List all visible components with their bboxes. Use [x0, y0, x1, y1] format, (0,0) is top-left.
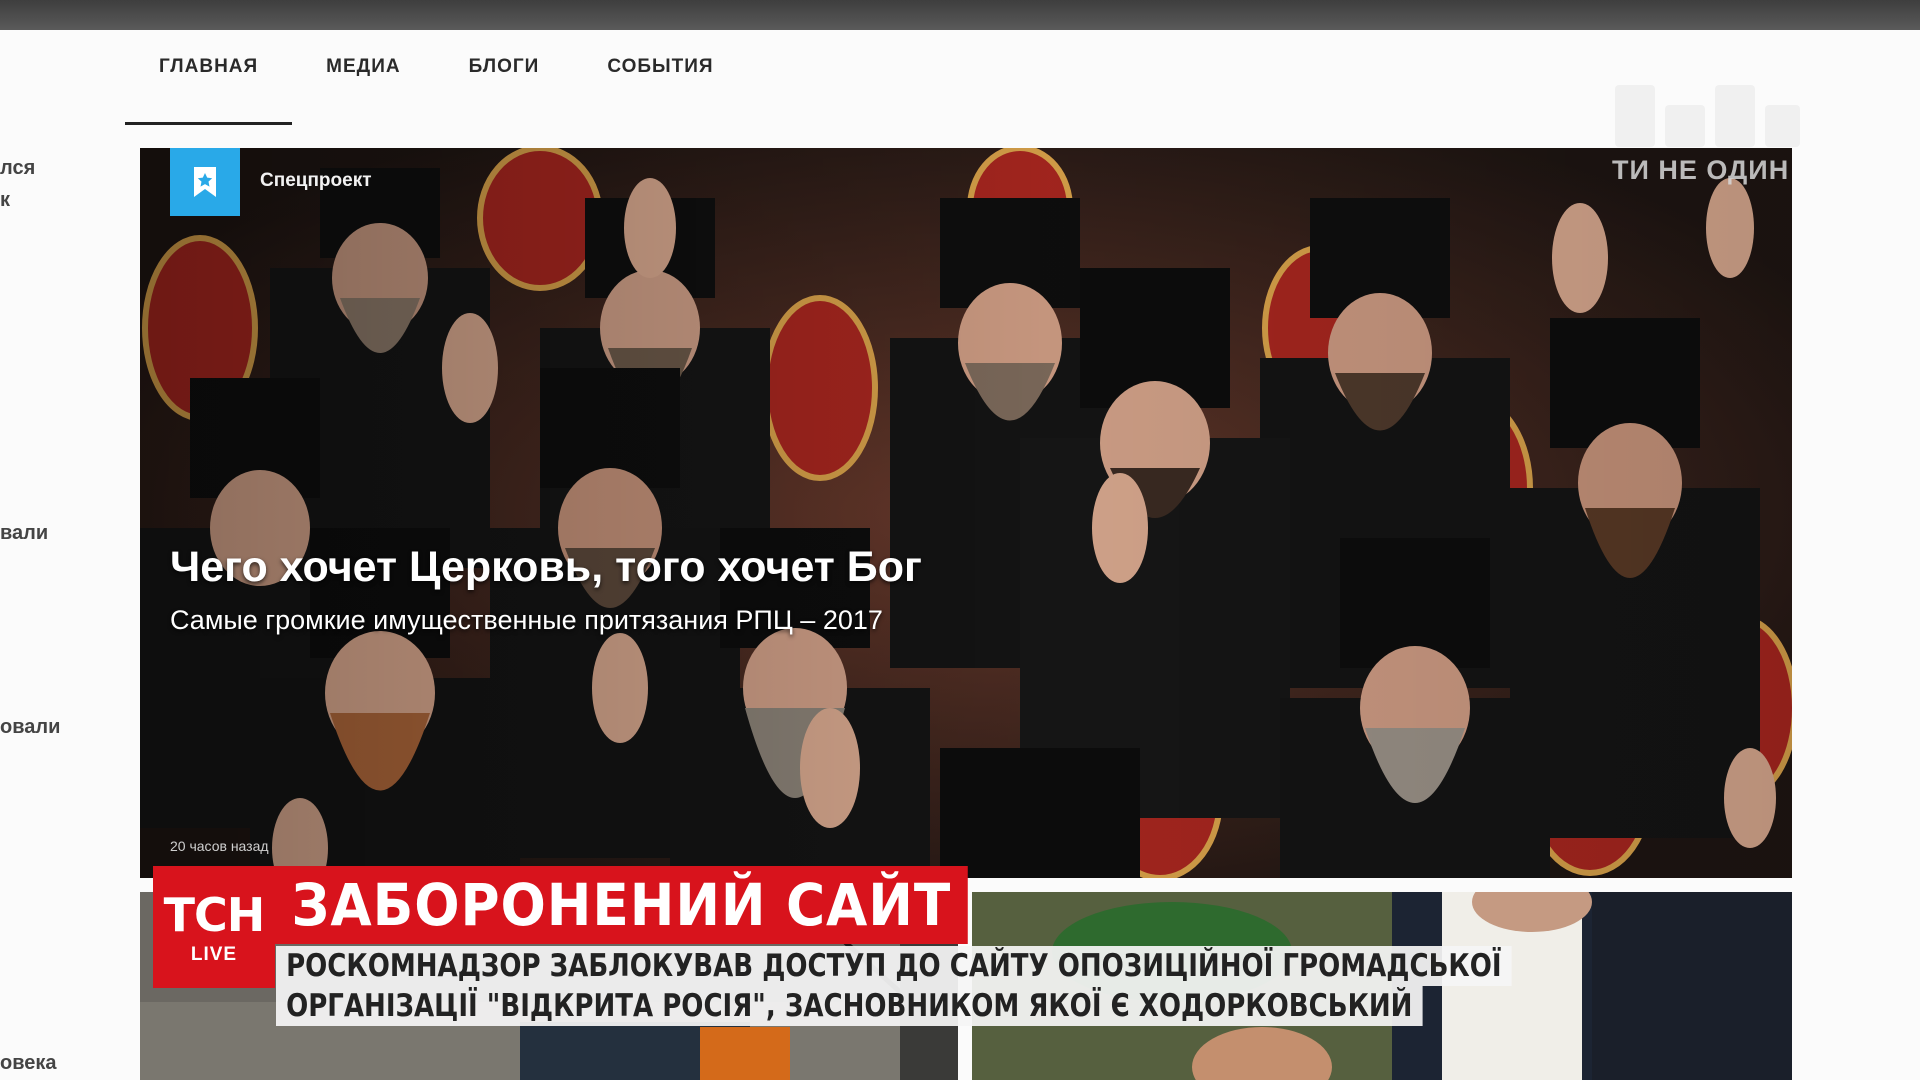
special-project-label[interactable]: Спецпроект — [260, 170, 372, 192]
news-caption-line: РОСКОМНАДЗОР ЗАБЛОКУВАВ ДОСТУП ДО САЙТУ … — [276, 946, 1512, 986]
nav-item-events[interactable]: СОБЫТИЯ — [573, 30, 747, 125]
live-label: LIVE — [190, 944, 238, 965]
nav-item-blogs[interactable]: БЛОГИ — [435, 30, 574, 125]
main-nav: ГЛАВНАЯ МЕДИА БЛОГИ СОБЫТИЯ — [125, 30, 748, 125]
nav-item-media[interactable]: МЕДИА — [292, 30, 434, 125]
sidebar-snippet[interactable]: овека — [0, 1052, 57, 1075]
channel-logo-icon — [1615, 85, 1800, 147]
hero-article-card[interactable]: Спецпроект Чего хочет Церковь, того хоче… — [140, 148, 1792, 878]
sidebar-snippet[interactable]: лся — [0, 157, 35, 180]
hero-shade — [140, 148, 1792, 878]
tsn-live-logo: ТСН LIVE — [153, 866, 275, 988]
sidebar-snippet[interactable]: вали — [0, 522, 48, 545]
hero-subtitle[interactable]: Самые громкие имущественные притязания Р… — [170, 605, 883, 636]
news-headline: ЗАБОРОНЕНИЙ САЙТ — [275, 866, 968, 944]
tsn-logo-text: ТСН — [163, 888, 266, 942]
star-bookmark-icon — [194, 167, 216, 197]
hero-timestamp: 20 часов назад — [170, 838, 269, 854]
news-caption-line: ОРГАНІЗАЦІЇ "ВІДКРИТА РОСІЯ", ЗАСНОВНИКО… — [276, 986, 1423, 1026]
sidebar-snippet[interactable]: к — [0, 189, 10, 212]
sidebar-snippet[interactable]: овали — [0, 716, 60, 739]
monitor-top-bezel — [0, 0, 1920, 30]
nav-item-home[interactable]: ГЛАВНАЯ — [125, 30, 293, 125]
channel-tagline: ТИ НЕ ОДИН — [1612, 155, 1790, 185]
special-project-badge[interactable] — [170, 148, 240, 216]
hero-title[interactable]: Чего хочет Церковь, того хочет Бог — [170, 543, 922, 592]
